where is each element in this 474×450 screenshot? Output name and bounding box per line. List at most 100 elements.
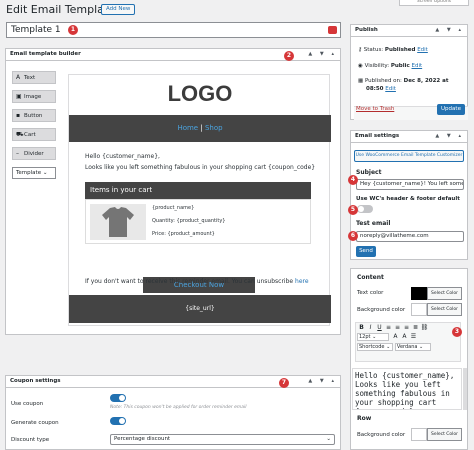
publish-header: Publish ▲ ▼ ▴ — [351, 25, 467, 37]
use-coupon-label: Use coupon — [11, 401, 44, 407]
shortcode-select[interactable]: Shortcode ⌄ — [357, 343, 393, 351]
align-left-icon[interactable]: ≡ — [384, 324, 393, 331]
coupon-note: Note: This coupon won't be applied for o… — [110, 405, 247, 410]
generate-coupon-toggle[interactable] — [110, 417, 126, 425]
email-nav[interactable]: Home | Shop — [69, 115, 331, 142]
update-button[interactable]: Update — [437, 104, 465, 115]
password-manager-icon[interactable] — [328, 26, 337, 34]
editor-toolbar: B I U ≡ ≡ ≡ ≣ ⛓ 12pt ⌄ A A ☰ Shortcode ⌄ Verdana … — [355, 322, 461, 362]
email-footer[interactable]: {site_url} — [69, 295, 331, 323]
tool-text[interactable]: A Text — [12, 71, 56, 84]
email-preview: LOGO Home | Shop Hello {customer_name}, … — [68, 74, 331, 326]
published-edit-link[interactable]: Edit — [385, 86, 396, 92]
link-icon[interactable]: ⛓ — [420, 324, 429, 331]
screen-options-tab[interactable]: Screen Options — [399, 0, 469, 6]
tool-divider[interactable]: – Divider — [12, 147, 56, 160]
italic-icon[interactable]: I — [366, 324, 375, 331]
font-family-select[interactable]: Verdana ⌄ — [394, 343, 431, 351]
calendar-icon: ▦ — [358, 78, 364, 84]
email-body-line[interactable]: Looks like you left something fabulous i… — [85, 164, 315, 171]
unsubscribe-text[interactable]: If you don't want to receive this remind… — [85, 278, 309, 285]
builder-title: Email template builder — [10, 51, 81, 57]
chevron-down-icon: ⌄ — [326, 436, 331, 442]
panel-controls[interactable]: ▲ ▼ ▴ — [435, 131, 464, 142]
content-editor[interactable]: Hello {customer_name}, Looks like you le… — [352, 368, 462, 410]
content-title: Content — [357, 274, 384, 281]
text-color-swatch[interactable] — [411, 287, 427, 300]
marker-6: 6 — [348, 231, 358, 241]
divider-icon: – — [16, 150, 19, 157]
tool-cart[interactable]: ⛟Cart — [12, 128, 56, 141]
row-bg-swatch[interactable] — [411, 428, 427, 441]
product-image — [90, 204, 146, 240]
email-greeting[interactable]: Hello {customer_name}, — [85, 153, 160, 160]
text-color-icon[interactable]: A — [391, 333, 400, 340]
marker-7: 7 — [279, 378, 289, 388]
unsubscribe-link[interactable]: here — [295, 278, 309, 285]
shirt-icon — [102, 207, 134, 237]
test-email-label: Test email — [356, 220, 391, 227]
marker-4: 4 — [348, 175, 358, 185]
font-size-select[interactable]: 12pt ⌄ — [357, 333, 389, 341]
status-row: ⚷ Status: Published Edit — [358, 47, 428, 53]
wc-header-footer-label: Use WC's header & footer default — [356, 196, 460, 202]
bg-color-swatch[interactable] — [411, 303, 427, 316]
wc-header-footer-toggle[interactable] — [357, 205, 373, 213]
button-icon: ▪ — [16, 112, 21, 119]
cart-item[interactable]: {product_name} Quantity: {product_quanti… — [85, 199, 311, 244]
text-icon: A — [16, 74, 21, 81]
nav-separator: | — [200, 124, 203, 132]
send-button[interactable]: Send — [356, 246, 376, 257]
panel-controls[interactable]: ▲ ▼ ▴ — [435, 25, 464, 36]
marker-5: 5 — [348, 205, 358, 215]
test-email-input[interactable]: noreply@villatheme.com — [356, 231, 464, 242]
nav-shop-link[interactable]: Shop — [205, 124, 223, 132]
email-settings-header: Email settings ▲ ▼ ▴ — [351, 131, 467, 143]
discount-type-select[interactable]: Percentage discount ⌄ — [110, 434, 335, 445]
wc-email-customizer-button[interactable]: Use WooCommerce Email Template Customize… — [354, 150, 464, 162]
row-title: Row — [357, 415, 372, 422]
marker-3: 3 — [452, 327, 462, 337]
key-icon: ⚷ — [358, 47, 363, 53]
product-price: Price: {product_amount} — [152, 231, 215, 237]
template-select[interactable]: Template ⌄ — [12, 167, 56, 179]
image-icon: ▣ — [16, 93, 22, 100]
subject-input[interactable]: Hey {customer_name}! You left somet — [356, 179, 464, 190]
marker-2: 2 — [284, 51, 294, 61]
editor-scrollbar[interactable] — [463, 368, 467, 410]
tool-image[interactable]: ▣ Image — [12, 90, 56, 103]
use-coupon-toggle[interactable] — [110, 394, 126, 402]
visibility-edit-link[interactable]: Edit — [412, 63, 423, 69]
move-to-trash-link[interactable]: Move to Trash — [356, 106, 394, 112]
product-quantity: Quantity: {product_quantity} — [152, 218, 226, 224]
add-new-button[interactable]: Add New — [101, 4, 136, 15]
nav-home-link[interactable]: Home — [177, 124, 198, 132]
product-name: {product_name} — [152, 205, 195, 211]
published-time-row: 08:50 Edit — [366, 86, 396, 92]
panel-controls[interactable]: ▲ ▼ ▴ — [308, 49, 337, 60]
coupon-settings-header: Coupon settings ▲ ▼ ▴ — [6, 376, 340, 388]
text-color-select-button[interactable]: Select Color — [427, 287, 462, 300]
marker-1: 1 — [68, 25, 78, 35]
underline-icon[interactable]: U — [375, 324, 384, 331]
panel-controls[interactable]: ▲ ▼ ▴ — [308, 376, 337, 387]
justify-icon[interactable]: ≣ — [411, 324, 420, 331]
align-right-icon[interactable]: ≡ — [402, 324, 411, 331]
align-center-icon[interactable]: ≡ — [393, 324, 402, 331]
status-edit-link[interactable]: Edit — [417, 47, 428, 53]
cart-header[interactable]: Items in your cart — [85, 182, 311, 199]
eye-icon: ◉ — [358, 63, 363, 69]
template-title-input[interactable]: Template 1 — [6, 22, 341, 38]
email-logo[interactable]: LOGO — [69, 81, 331, 107]
list-icon[interactable]: ☰ — [409, 333, 418, 340]
row-bg-select-button[interactable]: Select Color — [427, 428, 462, 441]
tool-button[interactable]: ▪ Button — [12, 109, 56, 122]
bold-icon[interactable]: B — [357, 324, 366, 331]
highlight-icon[interactable]: A — [400, 333, 409, 340]
bg-color-label: Background color — [357, 307, 406, 313]
subject-label: Subject — [356, 169, 382, 176]
visibility-row: ◉ Visibility: Public Edit — [358, 63, 423, 69]
bg-color-select-button[interactable]: Select Color — [427, 303, 462, 316]
generate-coupon-label: Generate coupon — [11, 420, 59, 426]
chevron-down-icon: ⌄ — [42, 170, 48, 176]
